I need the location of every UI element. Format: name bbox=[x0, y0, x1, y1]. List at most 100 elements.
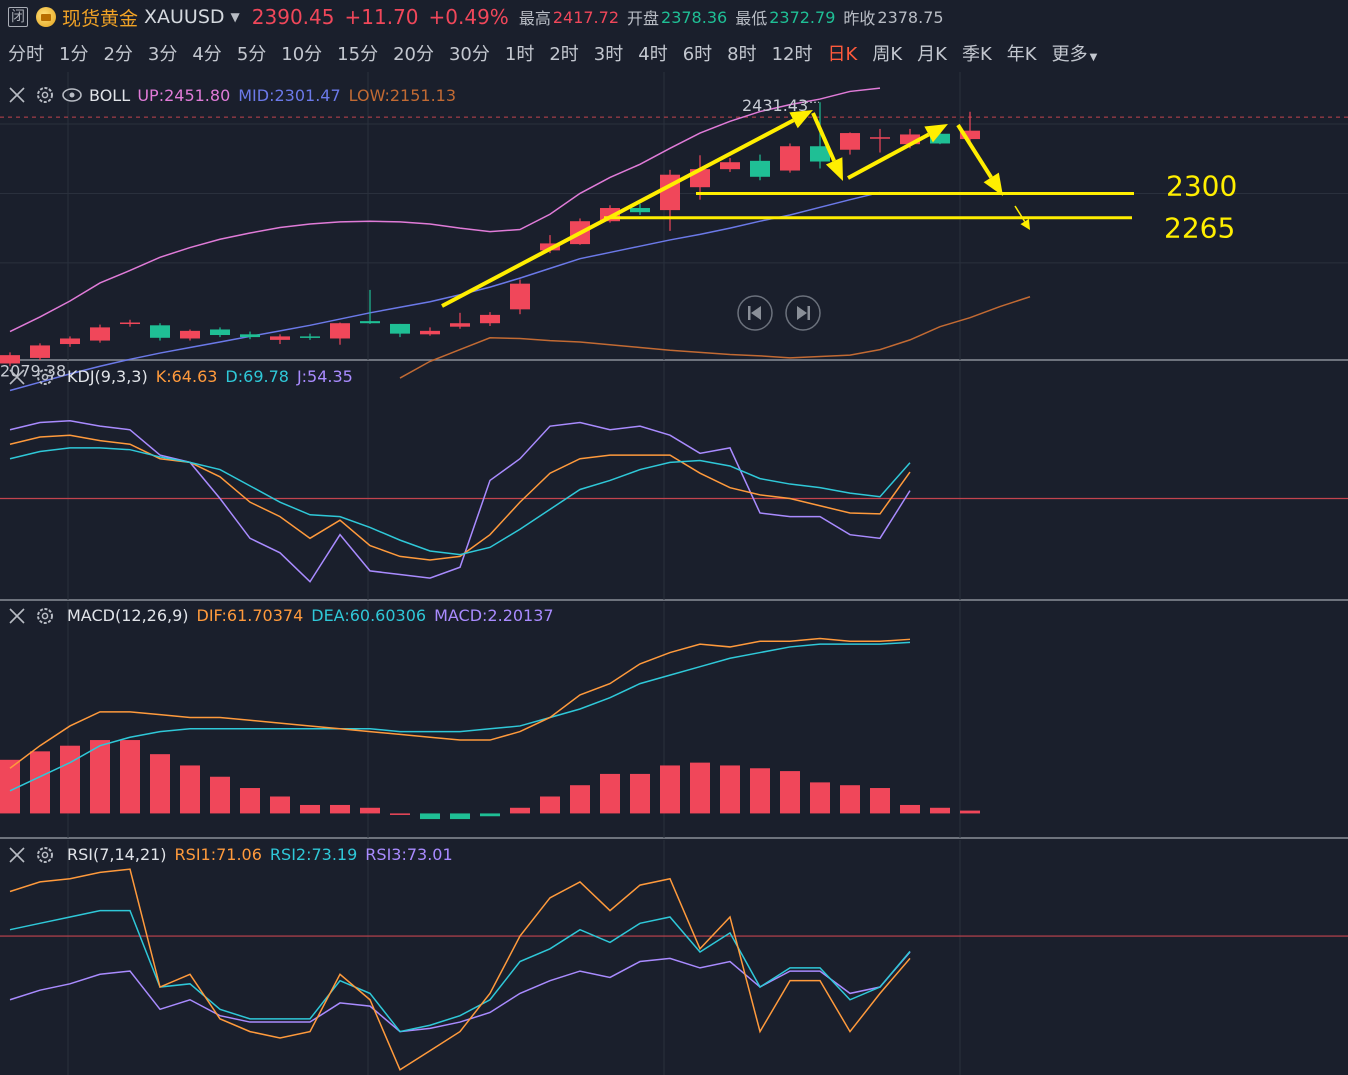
trend-arrow-shaft-2 bbox=[847, 132, 930, 180]
macd-bar-31 bbox=[930, 807, 950, 814]
rsi-close-icon bbox=[9, 847, 25, 863]
rsi-gear-icon bbox=[37, 847, 53, 863]
candle-body-3 bbox=[90, 327, 110, 341]
kdj-legend-item-0: KDJ(9,3,3) bbox=[67, 367, 148, 386]
boll-legend: BOLL UP:2451.80 MID:2301.47 LOW:2151.13 bbox=[89, 86, 456, 105]
macd-bar-4 bbox=[120, 740, 140, 814]
macd-gear-icon bbox=[37, 608, 53, 624]
macd-dea-line bbox=[9, 641, 911, 792]
candle-body-13 bbox=[390, 323, 410, 334]
macd-bar-15 bbox=[450, 813, 470, 820]
macd-bar-19 bbox=[570, 785, 590, 814]
skip-forward-icon bbox=[797, 306, 807, 320]
candle-body-4 bbox=[120, 322, 140, 325]
rsi-legend: RSI(7,14,21) RSI1:71.06 RSI2:73.19 RSI3:73.… bbox=[67, 845, 453, 864]
rsi-gear-icon-center bbox=[41, 851, 49, 859]
macd-legend: MACD(12,26,9) DIF:61.70374 DEA:60.60306 MAC… bbox=[67, 606, 554, 625]
candle-body-17 bbox=[510, 283, 530, 310]
macd-bar-1 bbox=[30, 751, 50, 814]
boll-close-icon bbox=[9, 87, 25, 103]
candle-body-8 bbox=[240, 334, 260, 338]
candle-body-29 bbox=[870, 137, 890, 139]
macd-bar-20 bbox=[600, 773, 620, 814]
boll-gear-icon bbox=[37, 87, 53, 103]
macd-legend-item-3: MACD:2.20137 bbox=[434, 606, 554, 625]
macd-bar-26 bbox=[780, 771, 800, 814]
macd-dif-line bbox=[9, 637, 911, 769]
rsi3-line bbox=[9, 951, 911, 1033]
candle-body-12 bbox=[360, 321, 380, 324]
support-label-1: 2265 bbox=[1164, 212, 1235, 245]
candle-body-7 bbox=[210, 329, 230, 336]
macd-bar-27 bbox=[810, 782, 830, 814]
rsi-legend-item-3: RSI3:73.01 bbox=[365, 845, 452, 864]
kdj-legend-item-2: D:69.78 bbox=[225, 367, 289, 386]
boll-legend-item-3: LOW:2151.13 bbox=[349, 86, 456, 105]
candle-body-1 bbox=[30, 345, 50, 358]
boll-legend-item-1: UP:2451.80 bbox=[137, 86, 230, 105]
candle-body-16 bbox=[480, 314, 500, 324]
skip-back-icon bbox=[751, 306, 761, 320]
candle-body-25 bbox=[750, 160, 770, 177]
rsi1-line bbox=[9, 868, 911, 1071]
macd-bar-18 bbox=[540, 796, 560, 814]
support-label-0: 2300 bbox=[1166, 169, 1237, 202]
macd-bar-7 bbox=[210, 776, 230, 814]
boll-up-line bbox=[9, 87, 881, 333]
macd-legend-item-0: MACD(12,26,9) bbox=[67, 606, 189, 625]
skip-forward-bar-icon bbox=[807, 306, 810, 320]
macd-bar-2 bbox=[60, 745, 80, 814]
macd-bar-24 bbox=[720, 765, 740, 814]
boll-gear-icon-center bbox=[41, 91, 49, 99]
trend-arrow-shaft-0 bbox=[441, 118, 795, 308]
macd-bar-6 bbox=[180, 765, 200, 814]
candle-body-21 bbox=[630, 208, 650, 213]
macd-bar-14 bbox=[420, 813, 440, 820]
candle-body-15 bbox=[450, 323, 470, 327]
boll-legend-item-0: BOLL bbox=[89, 86, 130, 105]
candle-body-11 bbox=[330, 323, 350, 339]
candle-body-9 bbox=[270, 336, 290, 340]
trend-arrow-head-4 bbox=[1020, 218, 1030, 230]
kdj-legend: KDJ(9,3,3) K:64.63 D:69.78 J:54.35 bbox=[67, 367, 353, 386]
boll-legend-item-2: MID:2301.47 bbox=[238, 86, 340, 105]
kdj-legend-item-3: J:54.35 bbox=[296, 367, 353, 386]
macd-bar-8 bbox=[240, 788, 260, 814]
candle-body-2 bbox=[60, 338, 80, 345]
macd-bar-17 bbox=[510, 807, 530, 814]
macd-bar-28 bbox=[840, 785, 860, 814]
rsi-legend-item-0: RSI(7,14,21) bbox=[67, 845, 167, 864]
candle-body-28 bbox=[840, 133, 860, 150]
candle-body-10 bbox=[300, 336, 320, 338]
macd-bar-29 bbox=[870, 788, 890, 814]
macd-bar-21 bbox=[630, 773, 650, 814]
macd-bar-13 bbox=[390, 813, 410, 815]
macd-gear-icon-center bbox=[41, 612, 49, 620]
macd-bar-16 bbox=[480, 813, 500, 817]
kdj-j-line bbox=[9, 419, 911, 583]
macd-legend-item-2: DEA:60.60306 bbox=[311, 606, 426, 625]
macd-bar-30 bbox=[900, 804, 920, 814]
rsi-legend-item-2: RSI2:73.19 bbox=[270, 845, 357, 864]
candle-body-5 bbox=[150, 325, 170, 338]
macd-bar-3 bbox=[90, 740, 110, 814]
macd-bar-23 bbox=[690, 762, 710, 814]
kdj-d-line bbox=[9, 447, 911, 556]
macd-bar-5 bbox=[150, 754, 170, 814]
boll-low-line bbox=[399, 296, 1031, 379]
macd-bar-32 bbox=[960, 810, 980, 814]
candle-body-14 bbox=[420, 330, 440, 335]
macd-bar-11 bbox=[330, 804, 350, 814]
macd-bar-22 bbox=[660, 765, 680, 814]
boll-mid-line bbox=[9, 191, 881, 392]
macd-bar-25 bbox=[750, 768, 770, 814]
kdj-legend-item-1: K:64.63 bbox=[156, 367, 218, 386]
chart-area: 2431.432079.3823002265BOLL UP:2451.80 MID:… bbox=[0, 72, 1348, 1075]
candle-body-24 bbox=[720, 162, 740, 170]
macd-bar-10 bbox=[300, 804, 320, 814]
macd-close-icon bbox=[9, 608, 25, 624]
boll-eye-icon-pupil bbox=[69, 92, 75, 98]
macd-bar-9 bbox=[270, 796, 290, 814]
skip-back-bar-icon bbox=[748, 306, 751, 320]
macd-legend-item-1: DIF:61.70374 bbox=[197, 606, 304, 625]
